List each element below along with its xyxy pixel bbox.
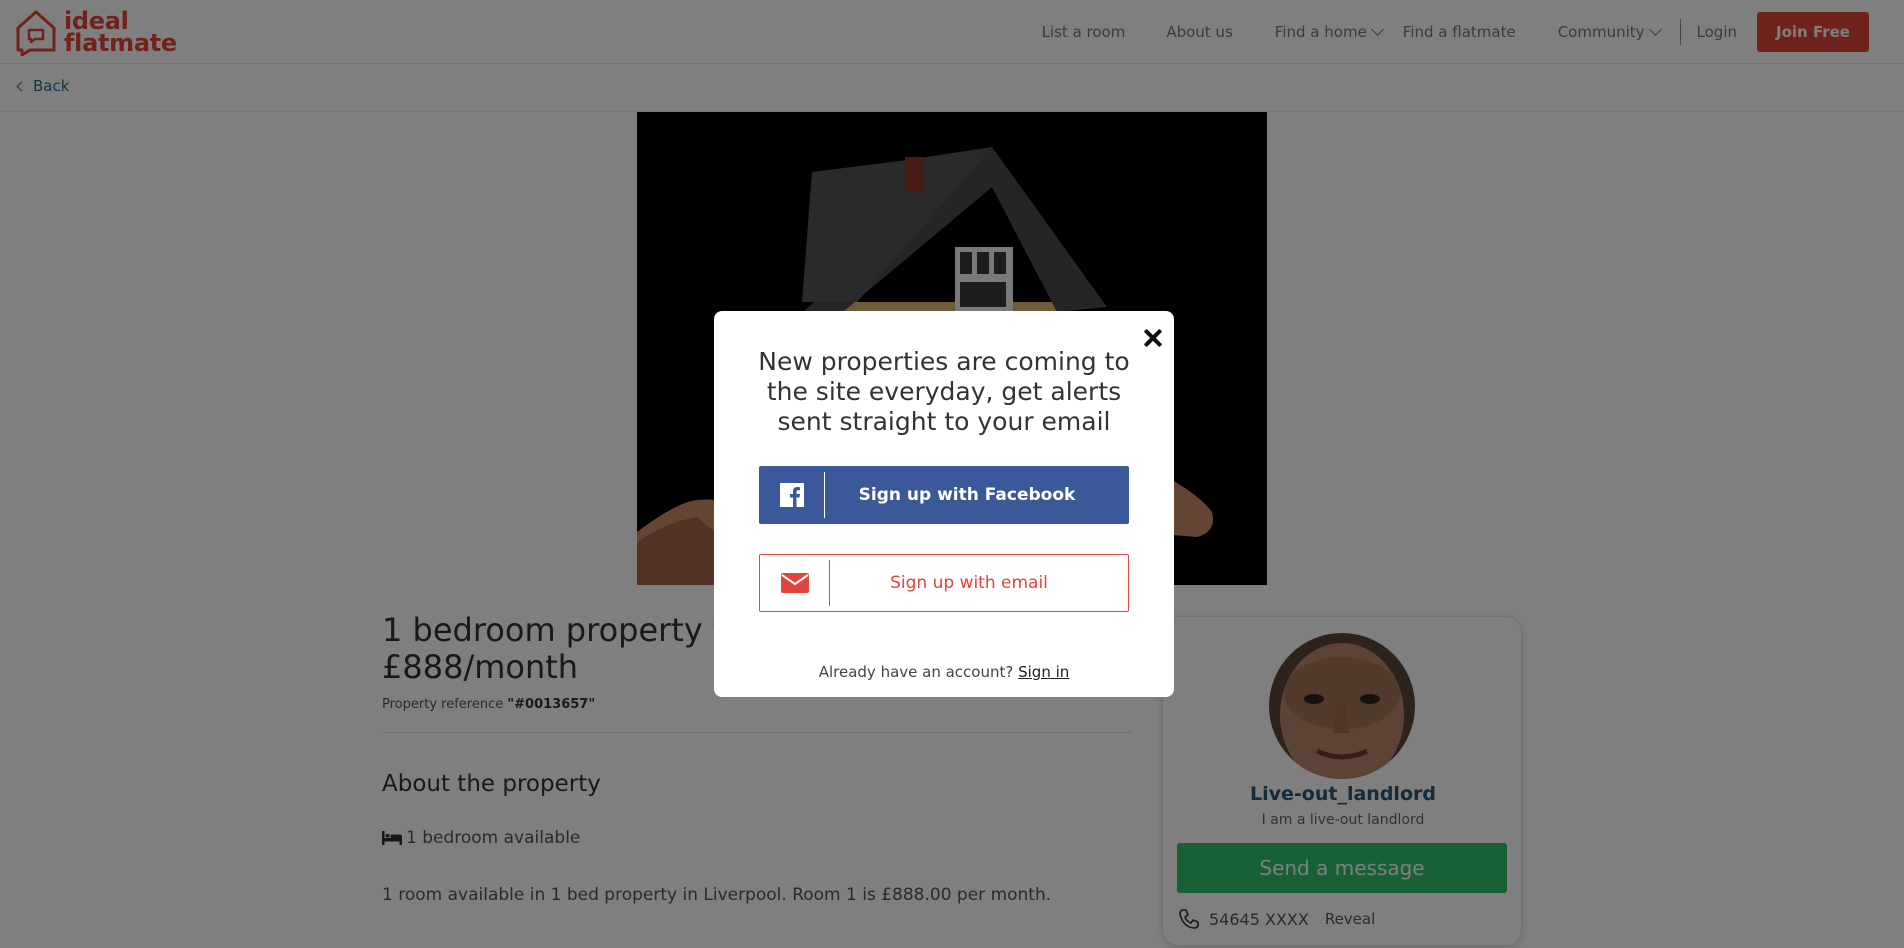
signin-prompt: Already have an account? [818,663,1019,681]
signup-modal: New properties are coming to the site ev… [714,311,1174,697]
signin-row: Already have an account? Sign in [714,663,1174,681]
email-signup-button[interactable]: Sign up with email [759,554,1129,612]
modal-title: New properties are coming to the site ev… [758,347,1130,436]
close-icon[interactable] [1142,327,1164,349]
envelope-icon [760,560,830,606]
facebook-icon [759,472,825,518]
facebook-signup-button[interactable]: Sign up with Facebook [759,466,1129,524]
signin-link[interactable]: Sign in [1018,663,1069,681]
email-signup-label: Sign up with email [890,573,1048,593]
facebook-signup-label: Sign up with Facebook [858,485,1076,505]
